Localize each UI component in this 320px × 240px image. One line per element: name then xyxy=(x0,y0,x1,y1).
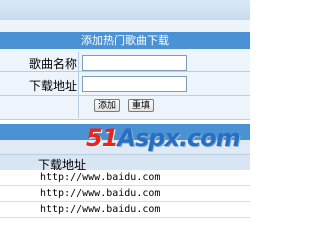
row-divider xyxy=(78,72,79,95)
song-name-label: 歌曲名称 xyxy=(28,57,77,71)
download-url-input[interactable] xyxy=(82,76,187,92)
download-url-label: 下载地址 xyxy=(28,79,77,93)
list-item-url[interactable]: http://www.baidu.com xyxy=(40,172,160,183)
song-name-input[interactable] xyxy=(82,55,187,71)
row-divider xyxy=(78,96,79,118)
list-item-url[interactable]: http://www.baidu.com xyxy=(40,188,160,199)
add-button[interactable]: 添加 xyxy=(94,99,121,112)
row-separator xyxy=(0,119,250,120)
download-url-row: 下载地址 xyxy=(0,72,250,95)
reset-button[interactable]: 重填 xyxy=(128,99,155,112)
list-item: http://www.baidu.com xyxy=(0,186,250,202)
list-item: http://www.baidu.com xyxy=(0,170,250,186)
song-name-row: 歌曲名称 xyxy=(0,52,250,71)
watermark-prefix: 51 xyxy=(86,124,118,152)
top-strip xyxy=(0,0,250,20)
watermark-middle: Aspx xyxy=(117,124,180,152)
list-header: 下载地址 xyxy=(0,154,250,172)
watermark-suffix: .com xyxy=(178,124,241,152)
list-item-url[interactable]: http://www.baidu.com xyxy=(40,204,160,215)
form-title: 添加热门歌曲下载 xyxy=(0,32,250,49)
row-divider xyxy=(78,52,79,71)
site-watermark-logo: 51Aspx.com xyxy=(86,124,241,152)
button-row: 添加 重填 xyxy=(0,96,250,118)
list-item: http://www.baidu.com xyxy=(0,202,250,218)
